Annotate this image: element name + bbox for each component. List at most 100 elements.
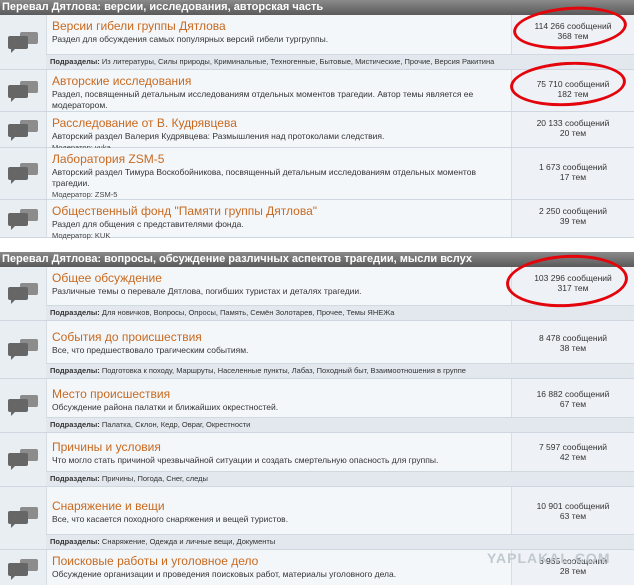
posts-count: 20 133 сообщений xyxy=(536,118,610,128)
topics-count: 39 тем xyxy=(559,216,587,226)
posts-count: 7 597 сообщений xyxy=(538,442,608,452)
moderator-line[interactable]: Модератор: KUK xyxy=(52,231,510,240)
forum-icon-cell xyxy=(0,200,47,237)
forum-description: Различные темы о перевале Дятлова, погиб… xyxy=(52,286,362,296)
forum-title-link[interactable]: Авторские исследования xyxy=(52,74,510,88)
subforums-line: Подразделы: Из литературы, Силы природы,… xyxy=(46,54,634,69)
posts-count: 10 901 сообщений xyxy=(536,501,610,511)
subforums-label: Подразделы: xyxy=(50,57,100,66)
forum-stats: 10 901 сообщений 63 тем xyxy=(511,487,634,535)
chat-bubbles-icon xyxy=(8,395,40,417)
chat-bubbles-icon xyxy=(8,283,40,305)
forum-title-link[interactable]: Место происшествия xyxy=(52,387,510,401)
forum-description: Обсуждение района палатки и ближайших ок… xyxy=(52,402,279,412)
forum-title-link[interactable]: Общее обсуждение xyxy=(52,271,510,285)
chat-bubbles-icon xyxy=(8,120,40,142)
chat-bubbles-icon xyxy=(8,449,40,471)
posts-count: 114 266 сообщений xyxy=(534,21,612,31)
forum-description: Все, что предшествовало трагическим собы… xyxy=(52,345,249,355)
forum-stats: 8 478 сообщений 38 тем xyxy=(511,321,634,364)
forum-stats: 2 250 сообщений 39 тем xyxy=(511,200,634,237)
forum-title-link[interactable]: Версии гибели группы Дятлова xyxy=(52,19,510,33)
topics-count: 368 тем xyxy=(557,31,589,41)
forum-icon-cell xyxy=(0,148,47,199)
subforums-line: Подразделы: Для новичков, Вопросы, Опрос… xyxy=(46,305,634,320)
subforums-label: Подразделы: xyxy=(50,366,100,375)
forum-description: Раздел для общения с представителями фон… xyxy=(52,219,244,229)
subforums-label: Подразделы: xyxy=(50,474,100,483)
chat-bubbles-icon xyxy=(8,559,40,581)
posts-count: 103 296 сообщений xyxy=(534,273,612,283)
forum-row: Общественный фонд "Памяти группы Дятлова… xyxy=(0,200,634,240)
forum-title-link[interactable]: Общественный фонд "Памяти группы Дятлова… xyxy=(52,204,510,218)
forum-description: Обсуждение организации и проведения поис… xyxy=(52,569,397,579)
subforums-label: Подразделы: xyxy=(50,420,100,429)
forum-icon-cell xyxy=(0,321,47,378)
topics-count: 317 тем xyxy=(557,283,589,293)
subforums-line: Подразделы: Снаряжение, Одежда и личные … xyxy=(46,534,634,549)
forum-stats: 114 266 сообщений 368 тем xyxy=(511,15,634,55)
posts-count: 75 710 сообщений xyxy=(536,79,610,89)
forum-row: События до происшествия Все, что предшес… xyxy=(0,321,634,379)
chat-bubbles-icon xyxy=(8,163,40,185)
subforums-label: Подразделы: xyxy=(50,537,100,546)
forum-icon-cell xyxy=(0,15,47,69)
forum-description: Авторский раздел Валерия Кудрявцева: Раз… xyxy=(52,131,385,141)
forum-row: Авторские исследования Раздел, посвященн… xyxy=(0,70,634,112)
forum-description: Авторский раздел Тимура Воскобойникова, … xyxy=(52,167,476,188)
topics-count: 38 тем xyxy=(559,343,587,353)
forum-icon-cell xyxy=(0,267,47,320)
chat-bubbles-icon xyxy=(8,507,40,529)
chat-bubbles-icon xyxy=(8,209,40,231)
subforums-links[interactable]: Причины, Погода, Снег, следы xyxy=(102,474,208,483)
subforums-links[interactable]: Снаряжение, Одежда и личные вещи, Докуме… xyxy=(102,537,275,546)
forum-title-link[interactable]: Лаборатория ZSM-5 xyxy=(52,152,510,166)
category-header: Перевал Дятлова: вопросы, обсуждение раз… xyxy=(0,252,634,267)
forum-stats: 103 296 сообщений 317 тем xyxy=(511,267,634,306)
subforums-links[interactable]: Из литературы, Силы природы, Криминальны… xyxy=(102,57,494,66)
forum-title-link[interactable]: Расследование от В. Кудрявцева xyxy=(52,116,510,130)
forum-description: Раздел, посвященный детальным исследован… xyxy=(52,89,474,110)
forum-title-link[interactable]: События до происшествия xyxy=(52,330,510,344)
posts-count: 1 673 сообщений xyxy=(538,162,608,172)
forum-icon-cell xyxy=(0,487,47,549)
posts-count: 8 478 сообщений xyxy=(538,333,608,343)
topics-count: 63 тем xyxy=(559,511,587,521)
chat-bubbles-icon xyxy=(8,339,40,361)
forum-row: Причины и условия Что могло стать причин… xyxy=(0,433,634,487)
forum-row: Место происшествия Обсуждение района пал… xyxy=(0,379,634,433)
forum-title-link[interactable]: Поисковые работы и уголовное дело xyxy=(52,554,510,568)
forum-stats: 20 133 сообщений 20 тем xyxy=(511,112,634,147)
forum-stats: 16 882 сообщений 67 тем xyxy=(511,379,634,418)
forum-icon-cell xyxy=(0,70,47,111)
topics-count: 42 тем xyxy=(559,452,587,462)
forum-title-link[interactable]: Причины и условия xyxy=(52,440,510,454)
forum-icon-cell xyxy=(0,112,47,147)
posts-count: 16 882 сообщений xyxy=(536,389,610,399)
subforums-line: Подразделы: Причины, Погода, Снег, следы xyxy=(46,471,634,486)
topics-count: 182 тем xyxy=(557,89,589,99)
posts-count: 2 250 сообщений xyxy=(538,206,608,216)
subforums-links[interactable]: Для новичков, Вопросы, Опросы, Память, С… xyxy=(102,308,395,317)
category-header: Перевал Дятлова: версии, исследования, а… xyxy=(0,0,634,15)
topics-count: 28 тем xyxy=(559,566,587,576)
topics-count: 20 тем xyxy=(559,128,587,138)
watermark: YAPLAKAL.COM xyxy=(487,550,611,566)
topics-count: 17 тем xyxy=(559,172,587,182)
subforums-links[interactable]: Подготовка к походу, Маршруты, Населенны… xyxy=(102,366,466,375)
forum-row: Снаряжение и вещи Все, что касается похо… xyxy=(0,487,634,550)
forum-title-link[interactable]: Снаряжение и вещи xyxy=(52,499,510,513)
moderator-line[interactable]: Модератор: ZSM-5 xyxy=(52,190,510,199)
forum-row: Версии гибели группы Дятлова Раздел для … xyxy=(0,15,634,70)
forum-description: Раздел для обсуждения самых популярных в… xyxy=(52,34,329,44)
forum-stats: 7 597 сообщений 42 тем xyxy=(511,433,634,472)
forum-icon-cell xyxy=(0,550,47,585)
forum-icon-cell xyxy=(0,379,47,432)
forum-row: Лаборатория ZSM-5 Авторский раздел Тимур… xyxy=(0,148,634,200)
topics-count: 67 тем xyxy=(559,399,587,409)
chat-bubbles-icon xyxy=(8,81,40,103)
subforums-label: Подразделы: xyxy=(50,308,100,317)
forum-stats: 75 710 сообщений 182 тем xyxy=(511,70,634,111)
subforums-line: Подразделы: Подготовка к походу, Маршрут… xyxy=(46,363,634,378)
subforums-links[interactable]: Палатка, Склон, Кедр, Овраг, Окрестности xyxy=(102,420,250,429)
